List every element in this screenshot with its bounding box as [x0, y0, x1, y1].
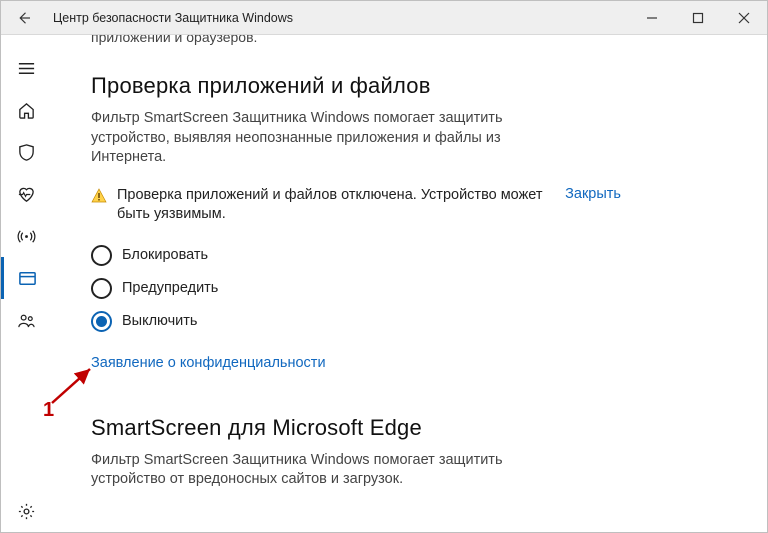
sidebar-item-app-browser-control[interactable]: [1, 257, 51, 299]
window: Центр безопасности Защитника Windows: [0, 0, 768, 533]
sidebar-item-family[interactable]: [1, 299, 51, 341]
gear-icon: [17, 502, 36, 521]
radio-icon: [91, 245, 112, 266]
sidebar-spacer: [1, 341, 51, 490]
arrow-left-icon: [15, 9, 33, 27]
radio-label: Предупредить: [122, 280, 218, 296]
shield-icon: [17, 143, 36, 162]
sidebar-item-settings[interactable]: [1, 490, 51, 532]
warning-text: Проверка приложений и файлов отключена. …: [117, 186, 547, 225]
warning-icon: [91, 188, 107, 204]
content-area: приложении и ораузеров. Проверка приложе…: [51, 35, 767, 532]
privacy-statement-link[interactable]: Заявление о конфиденциальности: [91, 355, 326, 371]
radio-icon: [91, 311, 112, 332]
truncated-prev-text: приложении и ораузеров.: [91, 35, 767, 45]
radio-group-app-file-check: Блокировать Предупредить Выключить: [91, 245, 767, 332]
section-heading-app-file-check: Проверка приложений и файлов: [91, 73, 767, 99]
section-desc-app-file-check: Фильтр SmartScreen Защитника Windows пом…: [91, 109, 551, 168]
sidebar: [1, 35, 51, 532]
radio-label: Блокировать: [122, 247, 208, 263]
radio-option-block[interactable]: Блокировать: [91, 245, 767, 266]
radio-label: Выключить: [122, 313, 197, 329]
close-button[interactable]: [721, 1, 767, 35]
back-button[interactable]: [1, 1, 47, 35]
sidebar-item-firewall[interactable]: [1, 215, 51, 257]
hamburger-menu[interactable]: [1, 47, 51, 89]
minimize-button[interactable]: [629, 1, 675, 35]
home-icon: [17, 101, 36, 120]
maximize-icon: [692, 12, 704, 24]
body: приложении и ораузеров. Проверка приложе…: [1, 35, 767, 532]
sidebar-item-virus[interactable]: [1, 131, 51, 173]
sidebar-item-home[interactable]: [1, 89, 51, 131]
app-control-icon: [18, 269, 37, 288]
minimize-icon: [646, 12, 658, 24]
warning-close-link[interactable]: Закрыть: [565, 186, 621, 202]
window-controls: [629, 1, 767, 35]
radio-option-disable[interactable]: Выключить: [91, 311, 767, 332]
radio-option-warn[interactable]: Предупредить: [91, 278, 767, 299]
heart-icon: [17, 185, 36, 204]
sidebar-item-health[interactable]: [1, 173, 51, 215]
section-desc-edge: Фильтр SmartScreen Защитника Windows пом…: [91, 451, 551, 490]
people-icon: [17, 311, 36, 330]
antenna-icon: [17, 227, 36, 246]
window-title: Центр безопасности Защитника Windows: [53, 11, 629, 25]
maximize-button[interactable]: [675, 1, 721, 35]
section-heading-edge: SmartScreen для Microsoft Edge: [91, 415, 767, 441]
radio-icon: [91, 278, 112, 299]
warning-row: Проверка приложений и файлов отключена. …: [91, 186, 621, 225]
titlebar: Центр безопасности Защитника Windows: [1, 1, 767, 35]
hamburger-icon: [17, 59, 36, 78]
close-icon: [738, 12, 750, 24]
